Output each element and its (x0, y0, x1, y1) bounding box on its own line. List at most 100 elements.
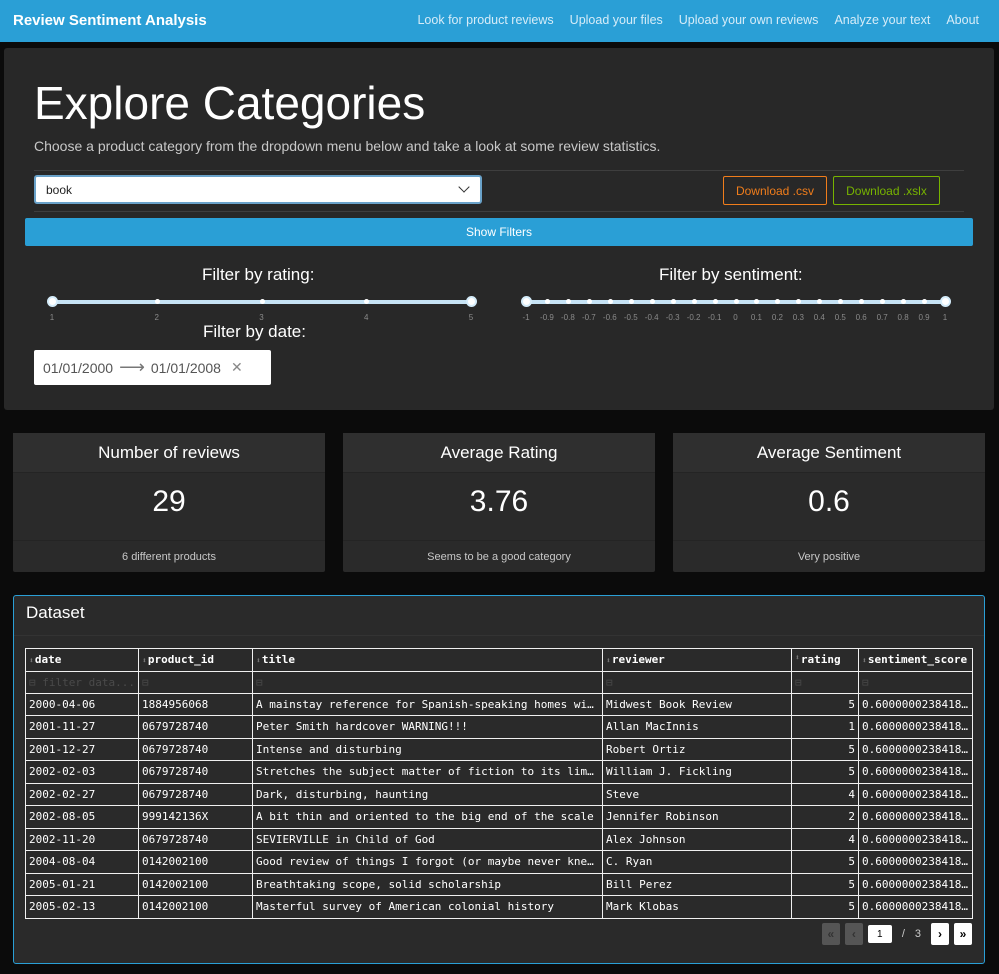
category-select[interactable]: book (34, 175, 482, 204)
slider-tick-label: 0.8 (897, 313, 909, 322)
column-header-title[interactable]: ⬍title (252, 648, 603, 672)
card-title: Average Rating (343, 433, 655, 473)
slider-step-dot (712, 299, 718, 304)
divider (14, 635, 984, 636)
cell-rating: 5 (791, 692, 859, 716)
filter-input-rating[interactable]: ⊟ (791, 670, 859, 694)
column-header-date[interactable]: ⬍date (25, 648, 139, 672)
cell-title: Intense and disturbing (252, 737, 603, 761)
card-note: Seems to be a good category (343, 540, 655, 572)
date-start-input[interactable]: 01/01/2000 (43, 360, 113, 376)
page-number-input[interactable]: 1 (867, 925, 892, 943)
cell-product-id: 0142002100 (138, 895, 253, 919)
cell-date: 2002-08-05 (25, 805, 139, 829)
slider-tick-label: -0.3 (665, 313, 680, 322)
cell-product-id: 0679728740 (138, 782, 253, 806)
table-row[interactable]: 2002-02-27 0679728740 Dark, disturbing, ha… (25, 782, 973, 806)
slider-step-dot (259, 299, 265, 304)
cell-date: 2001-11-27 (25, 715, 139, 739)
table-row[interactable]: 2001-12-27 0679728740 Intense and disturbi… (25, 737, 973, 761)
table-row[interactable]: 2000-04-06 1884956068 A mainstay reference… (25, 692, 973, 716)
sentiment-filter-label: Filter by sentiment: (659, 265, 803, 284)
cell-product-id: 0679728740 (138, 760, 253, 784)
previous-page-button[interactable]: ‹ (844, 923, 863, 945)
nav-link-upload-reviews[interactable]: Upload your own reviews (679, 13, 819, 27)
slider-step-dot (649, 299, 655, 304)
cell-sentiment-score: 0.6000000238418579 (858, 737, 973, 761)
cell-product-id: 0142002100 (138, 850, 253, 874)
nav-link-product-reviews[interactable]: Look for product reviews (417, 13, 553, 27)
cell-sentiment-score: 0.6000000238418579 (858, 760, 973, 784)
slider-tick-label: -0.4 (644, 313, 659, 322)
column-header-reviewer[interactable]: ⬍reviewer (602, 648, 792, 672)
slider-handle[interactable] (521, 296, 532, 307)
last-page-button[interactable]: » (954, 923, 972, 945)
show-filters-button[interactable]: Show Filters (25, 218, 973, 246)
table-row[interactable]: 2002-08-05 999142136X A bit thin and orien… (25, 805, 973, 829)
cell-sentiment-score: 0.6000000238418579 (858, 872, 973, 896)
filter-input-date[interactable]: ⊟ filter data... (25, 670, 139, 694)
slider-tick-label: 0.4 (813, 313, 825, 322)
card-title: Average Sentiment (673, 433, 985, 473)
slider-tick-label: 0.2 (771, 313, 783, 322)
first-page-button[interactable]: « (821, 923, 840, 945)
filter-input-reviewer[interactable]: ⊟ (602, 670, 792, 694)
cell-title: Peter Smith hardcover WARNING!!! (252, 715, 603, 739)
filter-icon: ⊟ (862, 675, 869, 689)
cell-reviewer: Allan MacInnis (602, 715, 792, 739)
filter-input-product-id[interactable]: ⊟ (138, 670, 253, 694)
slider-handle[interactable] (940, 296, 951, 307)
slider-step-dot (628, 299, 634, 304)
card-average-rating: Average Rating 3.76 Seems to be a good c… (343, 433, 655, 572)
card-number-of-reviews: Number of reviews 29 6 different product… (13, 433, 325, 572)
sentiment-slider[interactable]: -1 -0.9 -0.8 -0.7 -0.6 -0.5 -0.4 -0.3 -0.2 -0.1 0 0… (521, 293, 951, 323)
table-row[interactable]: 2005-01-21 0142002100 Breathtaking scope, … (25, 872, 973, 896)
slider-handle[interactable] (47, 296, 58, 307)
cell-date: 2005-01-21 (25, 872, 139, 896)
slider-tick-label: -0.5 (623, 313, 638, 322)
nav-link-analyze-text[interactable]: Analyze your text (834, 13, 930, 27)
sort-icon: ⬍ (256, 656, 261, 666)
slider-step-dot (670, 299, 676, 304)
cell-date: 2001-12-27 (25, 737, 139, 761)
slider-tick-label: -0.2 (686, 313, 701, 322)
table-row[interactable]: 2005-02-13 0142002100 Masterful survey of … (25, 895, 973, 919)
slider-tick-label: -0.9 (540, 313, 554, 322)
sort-icon: ⬍ (795, 653, 800, 663)
slider-tick-label: 4 (364, 313, 369, 322)
next-page-button[interactable]: › (931, 923, 949, 945)
filter-icon: ⊟ (606, 675, 613, 689)
filter-input-sentiment-score[interactable]: ⊟ (858, 670, 973, 694)
divider (34, 211, 964, 212)
slider-step-dot (544, 299, 550, 304)
nav-link-upload-files[interactable]: Upload your files (570, 13, 663, 27)
table-row[interactable]: 2002-11-20 0679728740 SEVIERVILLE in Child… (25, 827, 973, 851)
card-value: 29 (152, 485, 186, 518)
slider-step-dot (154, 299, 160, 304)
close-icon[interactable]: ✕ (231, 359, 243, 376)
slider-step-dot (565, 299, 571, 304)
table-row[interactable]: 2002-02-03 0679728740 Stretches the subjec… (25, 760, 973, 784)
table-row[interactable]: 2001-11-27 0679728740 Peter Smith hardcove… (25, 715, 973, 739)
sort-icon: ⬍ (606, 656, 611, 666)
brand-title[interactable]: Review Sentiment Analysis (13, 12, 207, 29)
date-end-input[interactable]: 01/01/2008 (151, 360, 221, 376)
cell-product-id: 0679728740 (138, 827, 253, 851)
cell-sentiment-score: 0.6000000238418579 (858, 850, 973, 874)
download-xlsx-button[interactable]: Download .xslx (833, 176, 940, 205)
rating-slider[interactable]: 1 2 3 4 5 (47, 293, 477, 323)
slider-tick-label: 2 (154, 313, 159, 322)
column-header-sentiment-score[interactable]: ⬍sentiment_score (858, 648, 973, 672)
column-header-rating[interactable]: ⬍ rating (791, 648, 859, 672)
page-title: Explore Categories (34, 77, 426, 129)
download-csv-button[interactable]: Download .csv (723, 176, 827, 205)
column-header-product-id[interactable]: ⬍product_id (138, 648, 253, 672)
divider (34, 170, 964, 171)
cell-reviewer: Alex Johnson (602, 827, 792, 851)
nav-link-about[interactable]: About (946, 13, 979, 27)
slider-handle[interactable] (466, 296, 477, 307)
table-row[interactable]: 2004-08-04 0142002100 Good review of thing… (25, 850, 973, 874)
filter-input-title[interactable]: ⊟ (252, 670, 603, 694)
card-note: 6 different products (13, 540, 325, 572)
slider-tick-label: 0.3 (792, 313, 804, 322)
